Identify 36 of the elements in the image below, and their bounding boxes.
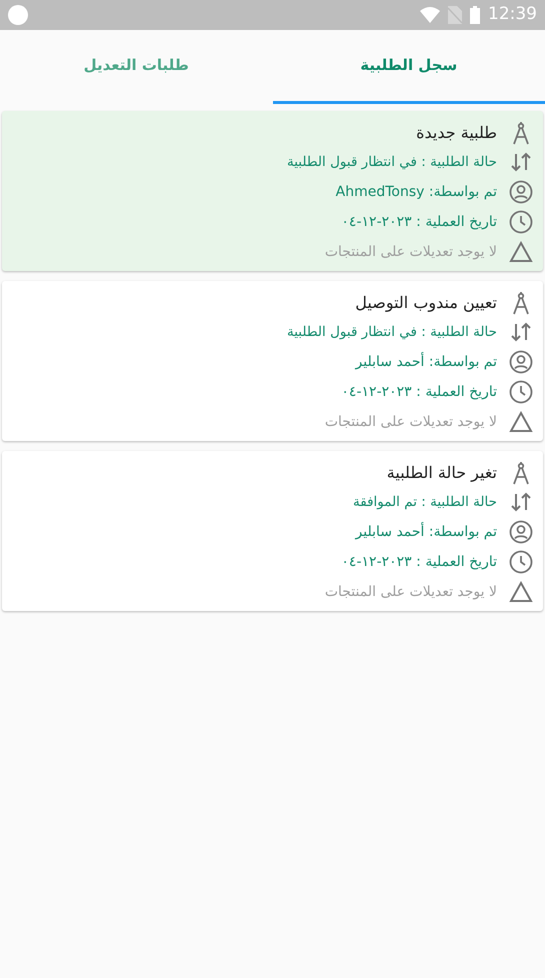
clock-time: 12:39 bbox=[488, 3, 537, 26]
entry-title: طلبية جديدة bbox=[416, 122, 497, 144]
author-text: تم بواسطة: أحمد سابلير bbox=[356, 352, 497, 372]
status-text: حالة الطلبية : في انتظار قبول الطلبية bbox=[287, 322, 497, 342]
date-text: تاريخ العملية : ٢٠٢٣-١٢-٠٤ bbox=[341, 552, 497, 572]
no-sim-icon bbox=[448, 6, 462, 24]
compass-icon bbox=[512, 291, 530, 315]
clock-icon bbox=[509, 380, 533, 404]
swap-arrows-icon bbox=[510, 152, 532, 172]
swap-arrows-icon bbox=[510, 492, 532, 512]
wifi-icon bbox=[420, 7, 440, 23]
note-text: لا يوجد تعديلات على المنتجات bbox=[324, 582, 497, 602]
note-text: لا يوجد تعديلات على المنتجات bbox=[324, 412, 497, 432]
status-text: حالة الطلبية : في انتظار قبول الطلبية bbox=[287, 152, 497, 172]
tab[interactable]: طلبات التعديل bbox=[0, 30, 272, 104]
tab[interactable]: سجل الطلبية bbox=[272, 30, 545, 104]
user-circle-icon bbox=[509, 350, 533, 374]
battery-icon bbox=[470, 6, 480, 24]
date-text: تاريخ العملية : ٢٠٢٣-١٢-٠٤ bbox=[341, 212, 497, 232]
date-text: تاريخ العملية : ٢٠٢٣-١٢-٠٤ bbox=[341, 382, 497, 402]
clock-icon bbox=[509, 550, 533, 574]
triangle-icon bbox=[509, 411, 533, 433]
triangle-icon bbox=[509, 241, 533, 263]
clock-icon bbox=[509, 210, 533, 234]
user-circle-icon bbox=[509, 520, 533, 544]
note-text: لا يوجد تعديلات على المنتجات bbox=[324, 242, 497, 262]
entry-title: تغير حالة الطلبية bbox=[386, 462, 497, 484]
swap-arrows-icon bbox=[510, 322, 532, 342]
user-circle-icon bbox=[509, 180, 533, 204]
compass-icon bbox=[512, 461, 530, 485]
status-text: حالة الطلبية : تم الموافقة bbox=[353, 492, 497, 512]
entry-title: تعيين مندوب التوصيل bbox=[355, 292, 497, 314]
author-text: تم بواسطة: أحمد سابلير bbox=[356, 522, 497, 542]
triangle-icon bbox=[509, 581, 533, 603]
compass-icon bbox=[512, 121, 530, 145]
author-text: تم بواسطة: AhmedTonsy bbox=[336, 182, 497, 202]
